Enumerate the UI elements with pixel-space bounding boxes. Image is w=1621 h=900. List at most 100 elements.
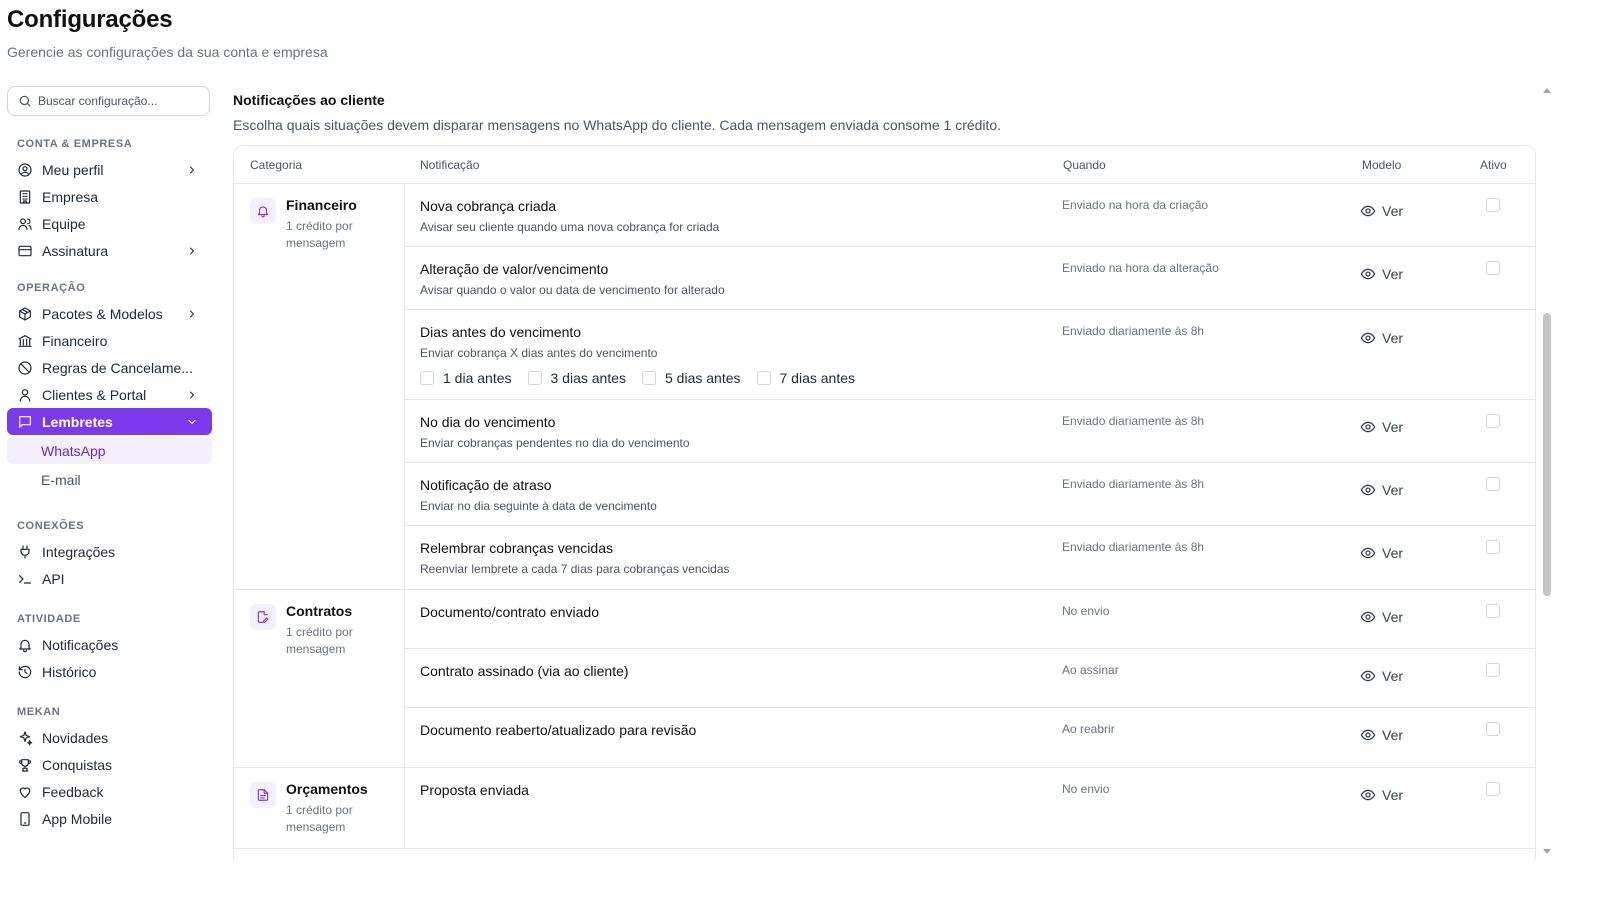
- sidebar-item-label: API: [42, 570, 65, 587]
- notification-desc: Enviar cobranças pendentes no dia do ven…: [420, 436, 690, 450]
- active-checkbox[interactable]: [1486, 604, 1500, 618]
- active-checkbox[interactable]: [1486, 261, 1500, 275]
- search-icon: [19, 95, 31, 107]
- sidebar-item-novidades[interactable]: Novidades: [7, 724, 212, 751]
- sidebar-item-pacotes-modelos[interactable]: Pacotes & Modelos: [7, 300, 212, 327]
- days-option-1[interactable]: 3 dias antes: [527, 370, 626, 386]
- chevron-right-icon: [186, 308, 198, 320]
- notification-title: Contrato assinado (via ao cliente): [420, 663, 629, 679]
- view-label: Ver: [1382, 668, 1404, 684]
- notification-row: Relembrar cobranças vencidas Reenviar le…: [405, 526, 1535, 589]
- notification-row: Alteração de valor/vencimento Avisar qua…: [405, 247, 1535, 310]
- sidebar-subitem-e-mail[interactable]: E-mail: [7, 466, 212, 493]
- days-option-2[interactable]: 5 dias antes: [642, 370, 741, 386]
- notification-desc: Avisar quando o valor ou data de vencime…: [420, 283, 725, 297]
- active-checkbox[interactable]: [1486, 414, 1500, 428]
- days-option-3[interactable]: 7 dias antes: [756, 370, 856, 386]
- building-icon: [17, 189, 33, 205]
- bell-icon: [17, 637, 33, 653]
- eye-icon: [1360, 484, 1376, 496]
- sidebar-item-integracoes[interactable]: Integrações: [7, 538, 212, 565]
- view-template-button[interactable]: Ver: [1360, 330, 1403, 346]
- view-template-button[interactable]: Ver: [1360, 668, 1403, 684]
- user-circle-icon: [17, 162, 33, 178]
- file-edit-icon: [250, 604, 276, 630]
- sidebar-item-api[interactable]: API: [7, 565, 212, 592]
- days-option-label: 5 dias antes: [665, 370, 741, 386]
- category-cell: Financeiro 1 crédito por mensagem: [234, 184, 405, 589]
- days-option-checkbox[interactable]: [527, 371, 542, 385]
- active-checkbox[interactable]: [1486, 663, 1500, 677]
- view-template-button[interactable]: Ver: [1360, 609, 1403, 625]
- view-template-button[interactable]: Ver: [1360, 545, 1403, 561]
- sidebar-subitem-whatsapp[interactable]: WhatsApp: [7, 437, 212, 464]
- notification-when: Enviado na hora da criação: [1062, 198, 1209, 212]
- notification-row: Proposta enviada No envio Ver: [405, 768, 1535, 848]
- view-template-button[interactable]: Ver: [1360, 419, 1403, 435]
- scrollbar-thumb[interactable]: [1543, 313, 1551, 596]
- sidebar-item-label: Assinatura: [42, 242, 109, 259]
- package-icon: [17, 306, 33, 322]
- category-credit: 1 crédito por mensagem: [286, 803, 353, 834]
- notification-row: Dias antes do vencimento Enviar cobrança…: [405, 310, 1535, 400]
- notification-when: No envio: [1062, 604, 1110, 618]
- view-template-button[interactable]: Ver: [1360, 266, 1403, 282]
- sidebar-item-lembretes[interactable]: Lembretes: [7, 408, 212, 435]
- view-template-button[interactable]: Ver: [1360, 482, 1403, 498]
- view-template-button[interactable]: Ver: [1360, 203, 1403, 219]
- sidebar-item-label: Integrações: [42, 543, 116, 560]
- sparkles-icon: [17, 730, 33, 746]
- category-name: Financeiro: [286, 197, 357, 213]
- sidebar-nav: CONTA & EMPRESA Meu perfil Empresa Equipe As…: [7, 138, 212, 832]
- sidebar-item-label: Pacotes & Modelos: [42, 305, 163, 322]
- sidebar-item-meu-perfil[interactable]: Meu perfil: [7, 156, 212, 183]
- col-active: Ativo: [1480, 158, 1507, 172]
- notification-title: Dias antes do vencimento: [420, 324, 582, 340]
- eye-icon: [1360, 611, 1376, 623]
- sidebar-item-equipe[interactable]: Equipe: [7, 210, 212, 237]
- active-checkbox[interactable]: [1486, 722, 1500, 736]
- section-title-mekan: MEKAN: [17, 706, 61, 718]
- view-template-button[interactable]: Ver: [1360, 787, 1403, 803]
- active-checkbox[interactable]: [1486, 477, 1500, 491]
- notification-title: Documento/contrato enviado: [420, 604, 599, 620]
- active-checkbox[interactable]: [1486, 540, 1500, 554]
- chevron-right-icon: [186, 389, 198, 401]
- page-subtitle: Gerencie as configurações da sua conta e…: [7, 44, 328, 60]
- notification-when: Enviado diariamente às 8h: [1062, 477, 1205, 491]
- notification-title: Relembrar cobranças vencidas: [420, 540, 613, 556]
- sidebar-item-notificacoes[interactable]: Notificações: [7, 631, 212, 658]
- days-option-checkbox[interactable]: [420, 371, 434, 385]
- chevron-down-icon: [186, 416, 198, 428]
- sidebar-item-label: Clientes & Portal: [42, 386, 147, 403]
- sidebar-item-assinatura[interactable]: Assinatura: [7, 237, 212, 264]
- view-template-button[interactable]: Ver: [1360, 727, 1403, 743]
- sidebar-item-regras-de-cancelame[interactable]: Regras de Cancelame...: [7, 354, 212, 381]
- sidebar-item-financeiro[interactable]: Financeiro: [7, 327, 212, 354]
- days-option-checkbox[interactable]: [642, 371, 656, 385]
- sidebar-item-empresa[interactable]: Empresa: [7, 183, 212, 210]
- eye-icon: [1360, 729, 1376, 741]
- sidebar-item-app-mobile[interactable]: App Mobile: [7, 805, 212, 832]
- search-box[interactable]: [7, 86, 210, 116]
- sidebar-item-conquistas[interactable]: Conquistas: [7, 751, 212, 778]
- notification-row: Notificação de atraso Enviar no dia segu…: [405, 463, 1535, 526]
- search-input[interactable]: [38, 94, 198, 108]
- sidebar-item-feedback[interactable]: Feedback: [7, 778, 212, 805]
- sidebar-item-historico[interactable]: Histórico: [7, 658, 212, 685]
- sidebar-item-clientes-portal[interactable]: Clientes & Portal: [7, 381, 212, 408]
- table-body: Financeiro 1 crédito por mensagem Nova c…: [234, 184, 1535, 849]
- active-checkbox[interactable]: [1486, 782, 1500, 796]
- notification-row: No dia do vencimento Enviar cobranças pe…: [405, 400, 1535, 463]
- section-title-atividade: ATIVIDADE: [17, 613, 81, 625]
- view-label: Ver: [1382, 609, 1404, 625]
- scroll-up-arrow[interactable]: [1543, 88, 1551, 93]
- view-label: Ver: [1382, 266, 1404, 282]
- days-option-0[interactable]: 1 dia antes: [420, 370, 512, 386]
- days-option-checkbox[interactable]: [756, 371, 771, 385]
- scroll-down-arrow[interactable]: [1543, 849, 1551, 854]
- user-icon: [17, 387, 33, 403]
- table-header: Categoria Notificação Quando Modelo Ativ…: [234, 146, 1535, 184]
- active-checkbox[interactable]: [1486, 198, 1500, 212]
- days-option-label: 7 dias antes: [779, 370, 856, 386]
